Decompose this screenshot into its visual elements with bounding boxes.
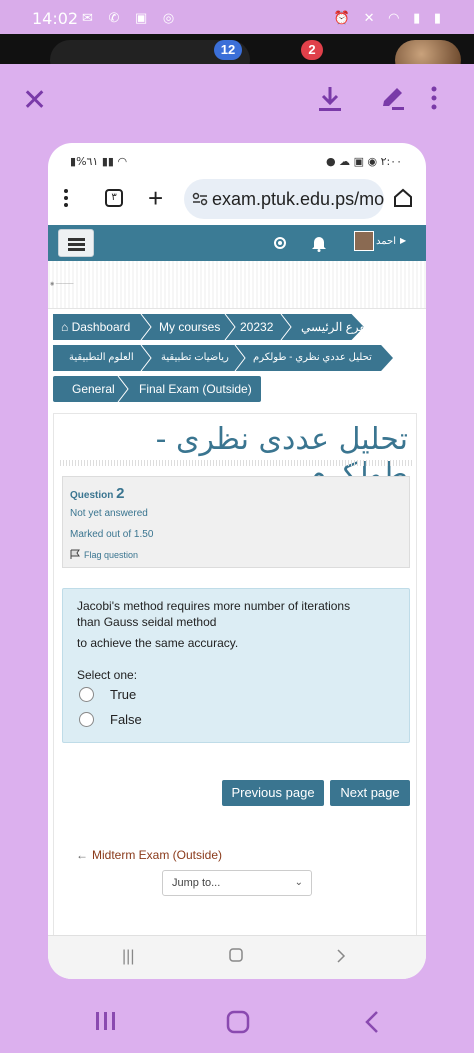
inner-battery: ▮%٦١ ▮▮ ◠ <box>70 155 128 168</box>
question-info-box: Question 2 Not yet answered Marked out o… <box>62 476 410 568</box>
inner-nav-bar: ||| <box>48 935 426 979</box>
main-content: تحليل عددى نظرى - طولكرم Question 2 Not … <box>53 413 417 979</box>
notification-badge-red: 2 <box>301 40 323 60</box>
chevron-down-icon: ⌄ <box>294 877 303 888</box>
notification-icons: ✉ ✆ ▣ ◎ <box>82 10 181 25</box>
question-number: Question 2 <box>70 485 125 502</box>
site-logo: ◉ ───── <box>50 281 74 287</box>
status-bar: 14:02 ✉ ✆ ▣ ◎ ⏰ ✕ ◠ ▮ ▮ <box>0 0 474 34</box>
breadcrumb-separator <box>117 376 129 402</box>
notification-badge-blue: 12 <box>214 40 242 60</box>
user-name[interactable]: احمد <box>376 236 396 247</box>
breadcrumb-main-branch[interactable]: الفرع الرئيسي <box>301 314 364 340</box>
site-navbar: احمد ▶ <box>48 225 426 261</box>
inner-time: ● ☁ ▣ ◉ ٢:٠٠ <box>325 155 402 168</box>
breadcrumb-applied-sciences[interactable]: العلوم التطبيقية <box>69 345 134 371</box>
breadcrumb-dashboard[interactable]: ⌂ Dashboard <box>61 314 130 340</box>
site-header-banner: ◉ ───── <box>48 261 426 309</box>
breadcrumb-final-exam[interactable]: Final Exam (Outside) <box>139 376 252 402</box>
question-mark: Marked out of 1.50 <box>70 529 154 540</box>
breadcrumb-separator <box>224 314 236 340</box>
question-state: Not yet answered <box>70 508 148 519</box>
breadcrumb-general[interactable]: General <box>72 376 115 402</box>
forward-icon <box>336 948 346 969</box>
home-button-icon <box>229 948 243 967</box>
select-one-label: Select one: <box>77 668 138 682</box>
system-icons: ⏰ ✕ ◠ ▮ ▮ <box>333 10 446 25</box>
question-text-line: than Gauss seidal method <box>77 615 217 629</box>
system-nav-bar <box>0 990 474 1053</box>
home-button-icon[interactable] <box>226 1010 250 1039</box>
recents-icon[interactable] <box>94 1010 118 1037</box>
browser-url-bar: ٣ + exam.ptuk.edu.ps/moc <box>48 175 426 225</box>
recents-icon: ||| <box>122 948 135 965</box>
caret-icon[interactable]: ▶ <box>400 236 406 245</box>
left-arrow-icon: ← <box>76 848 88 862</box>
new-tab-icon[interactable]: + <box>148 183 163 214</box>
breadcrumb-row-1: ⌂ Dashboard My courses 20232 الفرع الرئي… <box>53 314 364 340</box>
home-icon[interactable] <box>392 187 414 214</box>
avatar[interactable] <box>354 231 374 251</box>
status-time: 14:02 <box>32 9 79 28</box>
previous-page-button[interactable]: Previous page <box>222 780 324 806</box>
breadcrumb-course-id[interactable]: 20232 <box>240 314 273 340</box>
breadcrumb-row-2: العلوم التطبيقية رياضيات تطبيقية تحليل ع… <box>53 345 393 371</box>
question-text-box: Jacobi's method requires more number of … <box>62 588 410 743</box>
breadcrumb-row-3: General Final Exam (Outside) <box>53 376 261 402</box>
breadcrumb-separator <box>140 345 152 371</box>
radio-false[interactable] <box>79 712 94 727</box>
flag-icon <box>70 549 81 562</box>
question-text-line: Jacobi's method requires more number of … <box>77 599 351 613</box>
option-false-label[interactable]: False <box>110 712 142 727</box>
download-icon[interactable] <box>316 84 344 119</box>
browser-menu-icon[interactable] <box>64 189 68 212</box>
question-text-line: to achieve the same accuracy. <box>77 636 239 650</box>
radio-true[interactable] <box>79 687 94 702</box>
jump-to-select[interactable]: Jump to... ⌄ <box>162 870 312 896</box>
flag-question-link[interactable]: Flag question <box>70 549 138 562</box>
screenshot-preview: ▮%٦١ ▮▮ ◠ ● ☁ ▣ ◉ ٢:٠٠ ٣ + exam.ptuk.edu… <box>48 143 426 979</box>
breadcrumb-applied-math[interactable]: رياضيات تطبيقية <box>161 345 229 371</box>
bell-icon[interactable] <box>311 234 327 257</box>
breadcrumb-course-name[interactable]: تحليل عددي نظري - طولكرم <box>253 345 372 371</box>
screenshot-toolbar: ✕ <box>0 64 474 140</box>
edit-pen-icon[interactable] <box>378 84 406 117</box>
home-icon: ⌂ <box>61 320 69 334</box>
breadcrumb-separator <box>280 314 292 340</box>
close-icon[interactable]: ✕ <box>22 86 47 116</box>
more-options-icon[interactable] <box>430 84 438 117</box>
back-icon[interactable] <box>364 1010 380 1039</box>
hamburger-menu-icon[interactable] <box>58 229 94 257</box>
site-settings-icon[interactable] <box>192 192 208 211</box>
url-text: exam.ptuk.edu.ps/moc <box>212 189 384 209</box>
inner-status-bar: ▮%٦١ ▮▮ ◠ ● ☁ ▣ ◉ ٢:٠٠ <box>48 143 426 175</box>
url-field[interactable]: exam.ptuk.edu.ps/moc <box>184 179 384 219</box>
title-divider <box>60 460 412 466</box>
breadcrumb-separator <box>140 314 152 340</box>
tab-count-button[interactable]: ٣ <box>105 189 123 207</box>
previous-activity-link[interactable]: ← Midterm Exam (Outside) <box>76 848 222 862</box>
breadcrumb-my-courses[interactable]: My courses <box>159 314 220 340</box>
option-true-label[interactable]: True <box>110 687 136 702</box>
breadcrumb-separator <box>234 345 246 371</box>
record-icon[interactable] <box>274 237 286 249</box>
next-page-button[interactable]: Next page <box>330 780 410 806</box>
